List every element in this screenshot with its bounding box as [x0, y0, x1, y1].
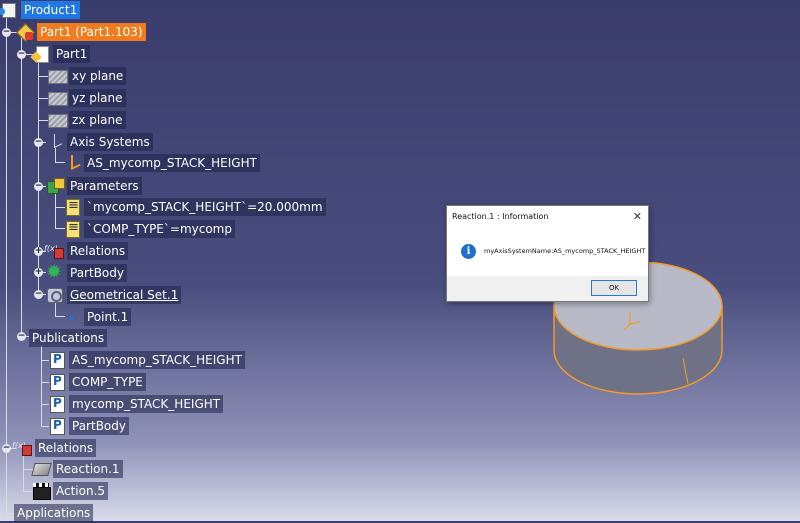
tree-node-label: xy plane: [69, 67, 127, 85]
product-icon: [0, 1, 18, 19]
tree-node-pub-stack-height[interactable]: mycomp_STACK_HEIGHT: [48, 394, 224, 414]
geometrical-set-icon: [46, 286, 64, 304]
dialog-message: myAxisSystemName:AS_mycomp_STACK_HEIGHT: [484, 247, 646, 255]
tree-node-action[interactable]: Action.5: [32, 481, 109, 501]
dialog-title: Reaction.1 : Information: [452, 211, 549, 221]
tree-node-axis-system[interactable]: AS_mycomp_STACK_HEIGHT: [63, 153, 260, 173]
ok-button[interactable]: OK: [591, 280, 637, 296]
tree-node-label: mycomp_STACK_HEIGHT: [69, 395, 224, 413]
tree-node-reaction[interactable]: Reaction.1: [32, 459, 123, 479]
tree-node-label: Geometrical Set.1: [67, 286, 182, 304]
dialog-title-bar[interactable]: Reaction.1 : Information ✕: [447, 206, 648, 226]
tree-node-label: COMP_TYPE: [69, 373, 146, 391]
tree-node-pub-comp-type[interactable]: COMP_TYPE: [48, 372, 146, 392]
tree-line: [38, 58, 39, 295]
tree-line: [23, 455, 24, 491]
tree-node-part[interactable]: Part1: [32, 44, 91, 64]
tree-node-label: PartBody: [69, 417, 129, 435]
tree-node-label: Parameters: [67, 177, 142, 195]
tree-line: [21, 36, 22, 336]
publication-icon: [48, 351, 66, 369]
specification-tree: − − − − + + − − − Product1 Part1 (Part1.…: [0, 0, 800, 523]
tree-node-label: Relations: [67, 242, 129, 260]
expand-toggle-relations-part[interactable]: +: [34, 247, 43, 256]
close-icon[interactable]: ✕: [633, 210, 642, 223]
axis-system-icon: [63, 154, 81, 172]
relations-icon: [44, 242, 64, 260]
plane-icon: [48, 89, 68, 107]
collapse-toggle-geometrical-set[interactable]: −: [34, 290, 43, 299]
tree-node-label: Reaction.1: [53, 460, 123, 478]
plane-icon: [48, 67, 68, 85]
tree-node-label: zx plane: [69, 111, 126, 129]
tree-line: [41, 345, 42, 427]
tree-line: [38, 76, 48, 77]
tree-node-label: Applications: [14, 504, 94, 522]
tree-node-publications[interactable]: Publications: [29, 328, 108, 348]
tree-node-relations-part[interactable]: Relations: [44, 241, 129, 261]
tree-node-label: Part1: [53, 45, 91, 63]
collapse-toggle-axis-systems[interactable]: −: [34, 138, 43, 147]
tree-node-pub-axis-system[interactable]: AS_mycomp_STACK_HEIGHT: [48, 350, 245, 370]
point-icon: [63, 308, 81, 326]
tree-node-parameters[interactable]: Parameters: [46, 176, 142, 196]
tree-node-param-stack-height[interactable]: `mycomp_STACK_HEIGHT`=20.000mm: [63, 197, 326, 217]
partbody-gear-icon: [46, 261, 64, 283]
information-dialog: Reaction.1 : Information ✕ i myAxisSyste…: [446, 205, 649, 302]
collapse-toggle-part-instance[interactable]: −: [2, 28, 11, 37]
tree-node-label: `mycomp_STACK_HEIGHT`=20.000mm: [84, 198, 326, 216]
tree-node-yz-plane[interactable]: yz plane: [48, 88, 126, 108]
tree-node-label: Relations: [35, 439, 97, 457]
tree-line: [6, 10, 7, 516]
part-document-icon: [32, 45, 50, 63]
tree-node-relations-product[interactable]: Relations: [12, 438, 97, 458]
tree-node-param-comp-type[interactable]: `COMP_TYPE`=mycomp: [63, 219, 235, 239]
tree-node-xy-plane[interactable]: xy plane: [48, 66, 127, 86]
tree-line: [38, 98, 48, 99]
dialog-footer: OK: [447, 276, 648, 301]
tree-node-point[interactable]: Point.1: [63, 307, 132, 327]
parameter-icon: [63, 220, 81, 238]
tree-node-label: Action.5: [53, 482, 109, 500]
info-icon: i: [461, 243, 476, 259]
tree-line: [38, 120, 48, 121]
tree-node-applications[interactable]: Applications: [14, 503, 94, 523]
tree-node-zx-plane[interactable]: zx plane: [48, 110, 126, 130]
tree-node-label: AS_mycomp_STACK_HEIGHT: [69, 351, 245, 369]
tree-node-label: Axis Systems: [67, 133, 153, 151]
publication-icon: [48, 417, 66, 435]
tree-node-label: Publications: [29, 329, 108, 347]
tree-node-axis-systems[interactable]: Axis Systems: [46, 132, 153, 152]
tree-node-pub-partbody[interactable]: PartBody: [48, 416, 129, 436]
collapse-toggle-part[interactable]: −: [17, 50, 26, 59]
plane-icon: [48, 111, 68, 129]
axis-systems-icon: [46, 133, 64, 151]
expand-toggle-partbody[interactable]: +: [34, 268, 43, 277]
collapse-toggle-parameters[interactable]: −: [34, 182, 43, 191]
relations-icon: [12, 439, 32, 457]
tree-node-label: Point.1: [84, 308, 132, 326]
tree-node-geometrical-set[interactable]: Geometrical Set.1: [46, 285, 182, 305]
publication-icon: [48, 395, 66, 413]
reaction-icon: [32, 460, 50, 478]
dialog-body: i myAxisSystemName:AS_mycomp_STACK_HEIGH…: [447, 226, 648, 276]
collapse-toggle-relations-product[interactable]: −: [2, 444, 11, 453]
part-instance-icon: [16, 23, 34, 41]
tree-node-label: PartBody: [67, 264, 127, 282]
parameters-icon: [46, 177, 65, 195]
tree-node-label: AS_mycomp_STACK_HEIGHT: [84, 154, 260, 172]
action-clapper-icon: [32, 482, 51, 500]
collapse-toggle-publications[interactable]: −: [17, 332, 26, 341]
tree-node-label: Product1: [21, 1, 81, 19]
tree-node-label: yz plane: [69, 89, 126, 107]
tree-node-partbody[interactable]: PartBody: [46, 261, 127, 283]
tree-node-product[interactable]: Product1: [0, 0, 81, 20]
tree-line: [55, 192, 56, 228]
publication-icon: [48, 373, 66, 391]
tree-node-label: `COMP_TYPE`=mycomp: [84, 220, 235, 238]
tree-node-part-instance[interactable]: Part1 (Part1.103): [16, 22, 146, 42]
parameter-icon: [63, 198, 81, 216]
tree-node-label: Part1 (Part1.103): [37, 23, 146, 41]
